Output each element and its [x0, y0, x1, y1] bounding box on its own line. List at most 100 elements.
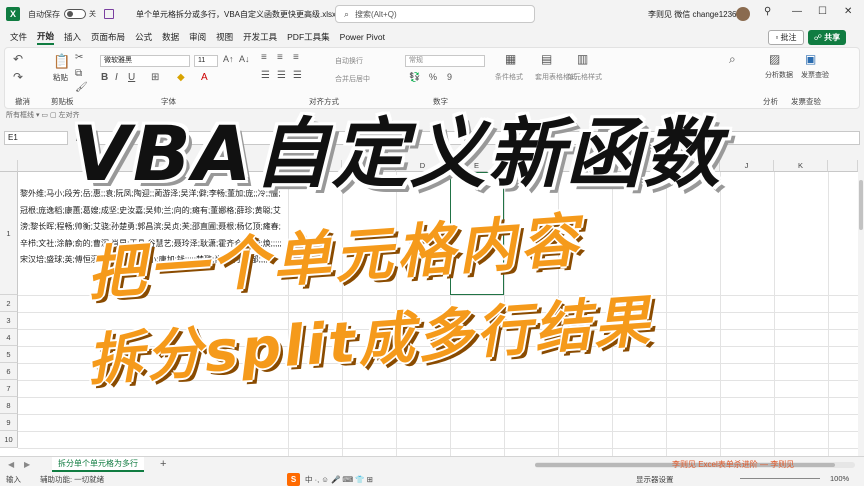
autosave-label: 自动保存 — [28, 9, 60, 19]
font-size-select[interactable]: 11 — [194, 55, 218, 67]
paste-label: 粘贴 — [53, 73, 68, 82]
sheet-tab-active[interactable]: 拆分单个单元格为多行 — [52, 457, 144, 472]
align-top-icon[interactable]: ≡ — [261, 52, 267, 63]
paste-icon[interactable]: 📋 — [53, 53, 70, 70]
tab-prev-icon[interactable]: ◀ — [8, 460, 14, 469]
font-shrink-icon[interactable]: A↓ — [239, 54, 250, 64]
menu-insert[interactable]: 插入 — [64, 31, 81, 43]
document-title[interactable]: 单个单元格拆分或多行，VBA自定义函数更快更高级.xlsx ⌄ — [136, 9, 345, 20]
row-header[interactable]: 4 — [0, 329, 18, 346]
grid-line — [18, 431, 858, 432]
grid-line — [18, 448, 858, 449]
menu-page-layout[interactable]: 页面布局 — [91, 31, 125, 43]
group-label-analyze: 分析 — [763, 97, 778, 106]
share-button[interactable]: ☍ 共享 — [808, 30, 846, 45]
column-header[interactable] — [828, 160, 858, 172]
bold-icon[interactable]: B — [101, 72, 108, 83]
status-bar: 输入 辅助功能: 一切就绪 S 中 ·, ☺ 🎤 ⌨ 👕 ⊞ 显示器设置 100… — [0, 472, 864, 486]
row-header[interactable]: 5 — [0, 346, 18, 363]
menu-review[interactable]: 审阅 — [189, 31, 206, 43]
invoice-check-label: 发票查验 — [801, 72, 829, 79]
merge-center-button[interactable]: 合并后居中 — [335, 74, 370, 84]
invoice-icon[interactable]: ▣ — [805, 52, 816, 66]
percent-icon[interactable]: % — [429, 72, 437, 82]
row-header[interactable]: 6 — [0, 363, 18, 380]
find-icon[interactable]: ⌕ — [729, 52, 736, 67]
comma-icon[interactable]: 9 — [447, 72, 452, 82]
fill-color-icon[interactable]: ◆ — [177, 72, 185, 83]
analyze-data-label: 分析数据 — [765, 72, 793, 79]
format-table-icon[interactable]: ▤ — [541, 52, 552, 66]
watermark-text: 李则见 Excel表单杀进阶 — 李则见 — [672, 460, 795, 469]
cell-style-label: 单元格样式 — [567, 74, 602, 81]
ime-toolbar[interactable]: S 中 ·, ☺ 🎤 ⌨ 👕 ⊞ — [287, 472, 427, 486]
menu-formulas[interactable]: 公式 — [135, 31, 152, 43]
close-button[interactable]: ✕ — [844, 6, 852, 17]
font-color-icon[interactable]: A — [201, 72, 208, 83]
menu-file[interactable]: 文件 — [10, 31, 27, 43]
vertical-scrollbar[interactable] — [858, 160, 864, 456]
select-all-corner[interactable] — [0, 160, 18, 172]
accessibility-status[interactable]: 辅助功能: 一切就绪 — [40, 474, 104, 485]
display-settings-button[interactable]: 显示器设置 — [636, 474, 674, 485]
maximize-button[interactable]: ☐ — [818, 6, 827, 17]
menu-pdf-tools[interactable]: PDF工具集 — [287, 31, 330, 43]
cut-icon[interactable]: ✂ — [75, 52, 83, 63]
border-icon[interactable]: ⊞ — [151, 72, 159, 83]
row-header[interactable]: 3 — [0, 312, 18, 329]
underline-icon[interactable]: U — [128, 72, 135, 83]
number-format-select[interactable]: 常规 — [405, 55, 485, 67]
column-header[interactable]: J — [720, 160, 774, 172]
analyze-data-icon[interactable]: ▨ — [769, 52, 780, 66]
conditional-format-icon[interactable]: ▦ — [505, 52, 516, 66]
menu-data[interactable]: 数据 — [162, 31, 179, 43]
zoom-level[interactable]: 100% — [830, 474, 849, 483]
user-name: 李则见 微信 change12365 — [648, 10, 741, 19]
autosave-toggle[interactable] — [64, 9, 86, 19]
search-input[interactable]: ⌕ 搜索(Alt+Q) — [335, 5, 535, 23]
vertical-scroll-thumb[interactable] — [859, 180, 863, 230]
grid-line — [18, 397, 858, 398]
currency-icon[interactable]: 💱 — [409, 72, 420, 83]
save-icon[interactable] — [104, 9, 114, 19]
minimize-button[interactable]: — — [792, 6, 802, 17]
row-header[interactable]: 9 — [0, 414, 18, 431]
column-header[interactable]: K — [774, 160, 828, 172]
tab-next-icon[interactable]: ▶ — [24, 460, 30, 469]
menu-home[interactable]: 开始 — [37, 30, 55, 45]
copy-icon[interactable]: ⧉ — [75, 68, 82, 79]
italic-icon[interactable]: I — [115, 72, 118, 83]
menu-view[interactable]: 视图 — [216, 31, 233, 43]
comment-button[interactable]: ▫ 批注 — [768, 30, 804, 45]
font-name-select[interactable]: 微软雅黑 — [100, 55, 190, 67]
align-middle-icon[interactable]: ≡ — [277, 52, 283, 63]
font-grow-icon[interactable]: A↑ — [223, 54, 234, 64]
menu-bar: 文件 开始 插入 页面布局 公式 数据 审阅 视图 开发工具 PDF工具集 Po… — [0, 28, 864, 46]
row-header[interactable]: 1 — [0, 172, 18, 295]
menu-developer[interactable]: 开发工具 — [243, 31, 277, 43]
align-right-icon[interactable]: ☰ — [293, 70, 302, 81]
align-left-icon[interactable]: ☰ — [261, 70, 270, 81]
row-header[interactable]: 10 — [0, 431, 18, 448]
search-placeholder: 搜索(Alt+Q) — [355, 9, 397, 19]
menu-power-pivot[interactable]: Power Pivot — [340, 32, 385, 42]
row-header[interactable]: 2 — [0, 295, 18, 312]
banner-line-1: VBA自定义新函数 — [72, 109, 722, 198]
row-header[interactable]: 7 — [0, 380, 18, 397]
avatar[interactable] — [736, 7, 750, 21]
add-sheet-button[interactable]: + — [160, 458, 166, 470]
ime-icons[interactable]: 中 ·, ☺ 🎤 ⌨ 👕 ⊞ — [305, 474, 373, 485]
cell-style-icon[interactable]: ▥ — [577, 52, 588, 66]
align-center-icon[interactable]: ☰ — [277, 70, 286, 81]
undo-icon[interactable]: ↶ — [13, 52, 23, 66]
name-box[interactable]: E1 — [4, 131, 68, 145]
status-mode: 输入 — [6, 475, 21, 484]
wrap-text-button[interactable]: 自动换行 — [335, 56, 363, 66]
redo-icon[interactable]: ↷ — [13, 70, 23, 84]
row-header[interactable]: 8 — [0, 397, 18, 414]
align-bottom-icon[interactable]: ≡ — [293, 52, 299, 63]
sogou-ime-icon[interactable]: S — [287, 472, 300, 486]
zoom-slider[interactable] — [740, 478, 820, 479]
pen-icon[interactable]: ⚲ — [764, 6, 771, 17]
group-label-invoice: 发票查验 — [791, 97, 821, 106]
